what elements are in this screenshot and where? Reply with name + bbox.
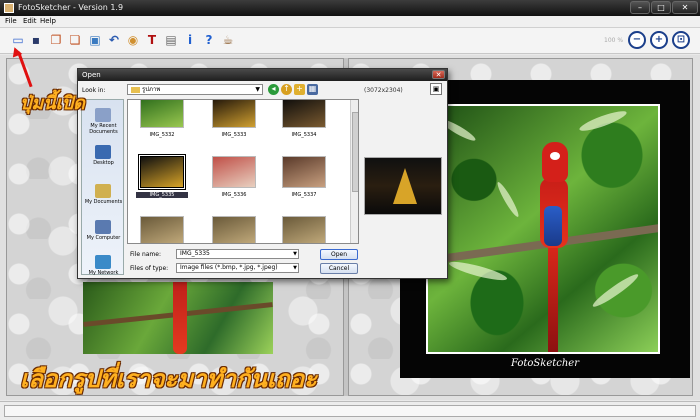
thumbnail-image xyxy=(140,100,184,128)
file-thumbnail[interactable]: IMG_5332 xyxy=(136,100,188,139)
place-icon xyxy=(95,255,111,269)
coffee-icon[interactable]: ☕ xyxy=(219,31,237,49)
menu-help[interactable]: Help xyxy=(40,17,56,25)
place-icon xyxy=(95,184,111,198)
preview-toggle-icon[interactable]: ▣ xyxy=(430,83,442,95)
file-thumbnail[interactable]: IMG_5334 xyxy=(278,100,330,139)
file-type-value: Image files (*.bmp, *.jpg, *.jpeg) xyxy=(180,264,278,271)
file-thumbnail[interactable]: IMG_5336 xyxy=(208,154,260,199)
thumbnail-image xyxy=(212,100,256,128)
look-in-value: รูปภาพ xyxy=(142,86,161,93)
file-type-label: Files of type: xyxy=(130,265,169,272)
thumbnail-image xyxy=(212,156,256,188)
thumbnail-label: IMG_5334 xyxy=(291,132,317,138)
toolbar: ▭ ▪ ❐ ❏ ▣ ↶ ◉ T ▤ i? ☕ 100 % − + ⊡ xyxy=(0,28,700,54)
open-button[interactable]: Open xyxy=(320,249,358,260)
back-icon[interactable]: ◂ xyxy=(268,84,279,95)
app-window: FotoSketcher - Version 1.9 – □ ✕ File Ed… xyxy=(0,0,700,420)
original-photo xyxy=(83,282,273,354)
sketch-caption: FotoSketcher xyxy=(510,358,580,369)
copy-icon[interactable]: ❐ xyxy=(47,31,65,49)
place-label: Desktop xyxy=(93,160,114,166)
chevron-down-icon: ▼ xyxy=(255,86,260,93)
zoom-fit-icon[interactable]: ⊡ xyxy=(672,31,690,49)
file-thumbnail[interactable]: IMG_5335 xyxy=(136,154,188,199)
file-name-value: IMG_5335 xyxy=(180,250,210,257)
status-field xyxy=(4,405,696,417)
close-button[interactable]: ✕ xyxy=(672,1,698,14)
file-thumbnail-partial[interactable] xyxy=(136,214,188,243)
place-label: My Computer xyxy=(86,235,121,241)
save-icon[interactable]: ▪ xyxy=(27,31,45,49)
view-menu-icon[interactable]: ▦ xyxy=(307,84,318,95)
chevron-down-icon: ▼ xyxy=(293,251,297,257)
file-name-label: File name: xyxy=(130,251,161,258)
open-file-dialog: Open ✕ Look in: รูปภาพ ▼ ◂ ↑ + ▦ (3072x2… xyxy=(77,68,448,279)
paste-icon[interactable]: ❏ xyxy=(66,31,84,49)
place-label: My Network xyxy=(88,270,119,276)
dialog-title-bar: Open ✕ xyxy=(78,69,447,81)
place-icon xyxy=(95,220,111,234)
thumbnail-label: IMG_5332 xyxy=(149,132,175,138)
file-thumbnail-partial[interactable] xyxy=(278,214,330,243)
info-icon[interactable]: i xyxy=(181,31,199,49)
sketch-image xyxy=(426,104,660,354)
zoom-in-icon[interactable]: + xyxy=(650,31,668,49)
process-icon[interactable]: ▣ xyxy=(86,31,104,49)
file-list[interactable]: IMG_5332 IMG_5333 IMG_5334 IMG_5335 IMG_5336… xyxy=(127,99,359,244)
up-folder-icon[interactable]: ↑ xyxy=(281,84,292,95)
thumbnail-image xyxy=(282,100,326,128)
thumbnail-label: IMG_5333 xyxy=(221,132,247,138)
maximize-button[interactable]: □ xyxy=(651,1,671,14)
menu-edit[interactable]: Edit xyxy=(23,17,37,25)
dialog-close-button[interactable]: ✕ xyxy=(432,70,445,79)
app-icon xyxy=(4,3,14,13)
image-preview xyxy=(364,157,442,215)
help-icon[interactable]: ? xyxy=(200,31,218,49)
file-type-select[interactable]: Image files (*.bmp, *.jpg, *.jpeg) ▼ xyxy=(176,263,299,273)
file-thumbnail-partial[interactable] xyxy=(208,214,260,243)
new-folder-icon[interactable]: + xyxy=(294,84,305,95)
look-in-select[interactable]: รูปภาพ ▼ xyxy=(127,84,263,95)
status-bar xyxy=(0,401,700,420)
menu-bar: File Edit Help xyxy=(0,16,700,28)
thumbnail-label: IMG_5337 xyxy=(291,192,317,198)
place-icon xyxy=(95,145,111,159)
text-icon[interactable]: T xyxy=(143,31,161,49)
zoom-out-icon[interactable]: − xyxy=(628,31,646,49)
file-thumbnail[interactable]: IMG_5333 xyxy=(208,100,260,139)
menu-file[interactable]: File xyxy=(5,17,17,25)
cancel-button[interactable]: Cancel xyxy=(320,263,358,274)
thumbnail-image xyxy=(282,156,326,188)
file-name-input[interactable]: IMG_5335 ▼ xyxy=(176,249,299,259)
file-thumbnail[interactable]: IMG_5337 xyxy=(278,154,330,199)
image-dimensions: (3072x2304) xyxy=(364,87,403,94)
palette-icon[interactable]: ◉ xyxy=(124,31,142,49)
annotation-choose-image-note: เลือกรูปที่เราจะมาทำกันเถอะ xyxy=(20,364,317,393)
chevron-down-icon: ▼ xyxy=(293,265,297,271)
annotation-open-button-note: ปุ่มนี้เปิด xyxy=(20,93,85,114)
print-icon[interactable]: ▤ xyxy=(162,31,180,49)
thumbnail-label: IMG_5336 xyxy=(221,192,247,198)
place-label: My Recent Documents xyxy=(89,123,118,135)
place-label: My Documents xyxy=(84,199,123,205)
folder-icon xyxy=(131,87,140,93)
zoom-level: 100 % xyxy=(604,37,624,44)
look-in-label: Look in: xyxy=(82,87,106,94)
place-icon xyxy=(95,108,111,122)
window-title: FotoSketcher - Version 1.9 xyxy=(18,3,124,12)
dialog-title: Open xyxy=(82,71,101,79)
thumbnail-image xyxy=(140,156,184,188)
thumbnail-label: IMG_5335 xyxy=(136,192,188,198)
minimize-button[interactable]: – xyxy=(630,1,650,14)
undo-icon[interactable]: ↶ xyxy=(105,31,123,49)
file-list-scrollbar[interactable] xyxy=(350,100,358,243)
places-bar: My Recent Documents Desktop My Documents My… xyxy=(81,99,124,276)
title-bar: FotoSketcher - Version 1.9 – □ ✕ xyxy=(0,0,700,16)
